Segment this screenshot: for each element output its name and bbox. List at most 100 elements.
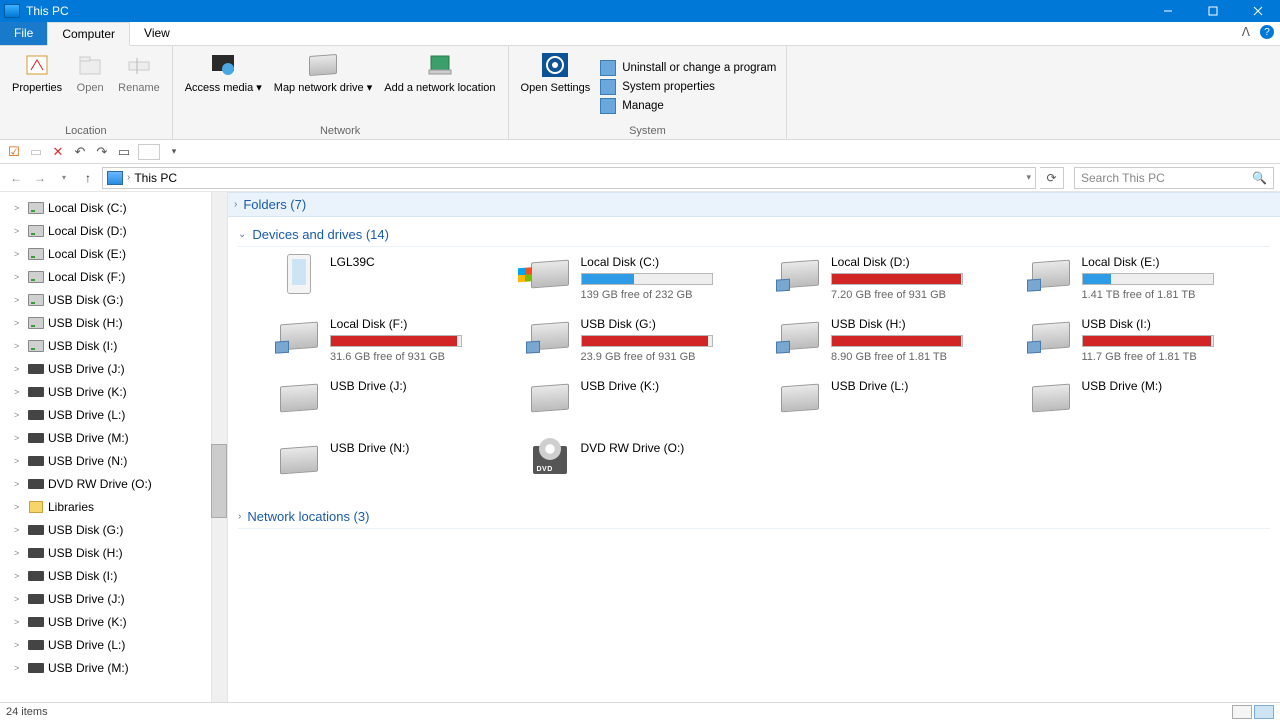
expand-icon[interactable]: > (14, 318, 24, 328)
qat-blank[interactable] (138, 144, 160, 160)
expand-icon[interactable]: > (14, 249, 24, 259)
section-devices[interactable]: ⌄ Devices and drives (14) (238, 223, 1270, 247)
ribbon-collapse-icon[interactable]: ᐱ (1242, 25, 1250, 39)
nav-tree[interactable]: >Local Disk (C:)>Local Disk (D:)>Local D… (0, 192, 228, 702)
tree-item[interactable]: >Libraries (0, 495, 227, 518)
tree-item[interactable]: >USB Disk (I:) (0, 564, 227, 587)
tree-item[interactable]: >Local Disk (D:) (0, 219, 227, 242)
drive-item[interactable]: Local Disk (C:)139 GB free of 232 GB (529, 253, 770, 309)
manage-button[interactable]: Manage (600, 98, 776, 114)
tree-item[interactable]: >Local Disk (F:) (0, 265, 227, 288)
open-settings-button[interactable]: Open Settings (515, 48, 597, 125)
drive-item[interactable]: LGL39C (278, 253, 519, 309)
drive-item[interactable]: USB Drive (K:) (529, 377, 770, 433)
expand-icon[interactable]: > (14, 617, 24, 627)
qat-undo-icon[interactable]: ↶ (72, 144, 88, 160)
rename-button[interactable]: Rename (112, 48, 166, 125)
maximize-button[interactable] (1190, 0, 1235, 22)
drive-item[interactable]: Local Disk (E:)1.41 TB free of 1.81 TB (1030, 253, 1271, 309)
tree-item[interactable]: >DVD RW Drive (O:) (0, 472, 227, 495)
access-media-button[interactable]: Access media ▾ (179, 48, 268, 125)
drive-item[interactable]: USB Disk (G:)23.9 GB free of 931 GB (529, 315, 770, 371)
minimize-button[interactable] (1145, 0, 1190, 22)
system-properties-button[interactable]: System properties (600, 79, 776, 95)
expand-icon[interactable]: > (14, 387, 24, 397)
view-tiles-button[interactable] (1254, 705, 1274, 719)
drive-item[interactable]: USB Disk (I:)11.7 GB free of 1.81 TB (1030, 315, 1271, 371)
breadcrumb-root[interactable]: This PC (134, 171, 177, 185)
refresh-button[interactable]: ⟳ (1040, 167, 1064, 189)
tab-view[interactable]: View (130, 22, 184, 45)
nav-recent-dropdown[interactable]: ▾ (54, 168, 74, 188)
add-network-location-button[interactable]: Add a network location (378, 48, 501, 125)
expand-icon[interactable]: > (14, 203, 24, 213)
expand-icon[interactable]: > (14, 525, 24, 535)
tree-item[interactable]: >USB Drive (L:) (0, 403, 227, 426)
expand-icon[interactable]: > (14, 364, 24, 374)
tree-item[interactable]: >USB Drive (K:) (0, 380, 227, 403)
tree-item[interactable]: >USB Drive (L:) (0, 633, 227, 656)
expand-icon[interactable]: > (14, 341, 24, 351)
drive-item[interactable]: Local Disk (F:)31.6 GB free of 931 GB (278, 315, 519, 371)
drive-item[interactable]: USB Drive (J:) (278, 377, 519, 433)
address-bar[interactable]: › This PC ▾ (102, 167, 1036, 189)
tree-item[interactable]: >USB Drive (J:) (0, 587, 227, 610)
view-details-button[interactable] (1232, 705, 1252, 719)
drive-item[interactable]: DVD RW Drive (O:) (529, 439, 770, 495)
expand-icon[interactable]: > (14, 272, 24, 282)
expand-icon[interactable]: > (14, 594, 24, 604)
tree-item[interactable]: >USB Drive (M:) (0, 426, 227, 449)
expand-icon[interactable]: > (14, 663, 24, 673)
qat-check-icon[interactable]: ☑ (6, 144, 22, 160)
drive-item[interactable]: USB Drive (M:) (1030, 377, 1271, 433)
uninstall-program-button[interactable]: Uninstall or change a program (600, 60, 776, 76)
expand-icon[interactable]: > (14, 226, 24, 236)
expand-icon[interactable]: > (14, 502, 24, 512)
expand-icon[interactable]: > (14, 640, 24, 650)
drive-item[interactable]: USB Disk (H:)8.90 GB free of 1.81 TB (779, 315, 1020, 371)
qat-redo-icon[interactable]: ↷ (94, 144, 110, 160)
close-button[interactable] (1235, 0, 1280, 22)
tab-computer[interactable]: Computer (47, 22, 130, 46)
tree-item[interactable]: >USB Disk (I:) (0, 334, 227, 357)
tree-item[interactable]: >Local Disk (C:) (0, 196, 227, 219)
address-dropdown-icon[interactable]: ▾ (1026, 172, 1031, 183)
tree-item[interactable]: >USB Drive (J:) (0, 357, 227, 380)
expand-icon[interactable]: > (14, 410, 24, 420)
qat-props-icon[interactable]: ▭ (116, 144, 132, 160)
properties-button[interactable]: Properties (6, 48, 68, 125)
content-pane[interactable]: › Folders (7) ⌄ Devices and drives (14) … (228, 192, 1280, 702)
open-button[interactable]: Open (68, 48, 112, 125)
drive-item[interactable]: USB Drive (N:) (278, 439, 519, 495)
map-drive-button[interactable]: Map network drive ▾ (268, 48, 378, 125)
chevron-right-icon[interactable]: › (127, 172, 130, 183)
expand-icon[interactable]: > (14, 433, 24, 443)
search-input[interactable]: Search This PC 🔍 (1074, 167, 1274, 189)
tree-item[interactable]: >USB Disk (G:) (0, 288, 227, 311)
tree-scroll-thumb[interactable] (211, 444, 227, 518)
qat-delete-icon[interactable]: ✕ (50, 144, 66, 160)
tree-item[interactable]: >USB Disk (G:) (0, 518, 227, 541)
expand-icon[interactable]: > (14, 479, 24, 489)
expand-icon[interactable]: > (14, 571, 24, 581)
nav-back-button[interactable]: ← (6, 168, 26, 188)
tree-item[interactable]: >USB Drive (K:) (0, 610, 227, 633)
section-network[interactable]: › Network locations (3) (238, 505, 1270, 529)
drive-item[interactable]: Local Disk (D:)7.20 GB free of 931 GB (779, 253, 1020, 309)
tree-item[interactable]: >USB Disk (H:) (0, 541, 227, 564)
tab-file[interactable]: File (0, 22, 47, 45)
nav-up-button[interactable]: ↑ (78, 168, 98, 188)
qat-new-icon[interactable]: ▭ (28, 144, 44, 160)
expand-icon[interactable]: > (14, 295, 24, 305)
expand-icon[interactable]: > (14, 548, 24, 558)
tree-item[interactable]: >Local Disk (E:) (0, 242, 227, 265)
nav-forward-button[interactable]: → (30, 168, 50, 188)
tree-item[interactable]: >USB Disk (H:) (0, 311, 227, 334)
tree-item[interactable]: >USB Drive (N:) (0, 449, 227, 472)
drive-item[interactable]: USB Drive (L:) (779, 377, 1020, 433)
expand-icon[interactable]: > (14, 456, 24, 466)
tree-item[interactable]: >USB Drive (M:) (0, 656, 227, 679)
section-folders[interactable]: › Folders (7) (228, 192, 1280, 217)
help-icon[interactable]: ? (1260, 25, 1274, 39)
qat-dropdown-icon[interactable]: ▾ (166, 144, 182, 160)
